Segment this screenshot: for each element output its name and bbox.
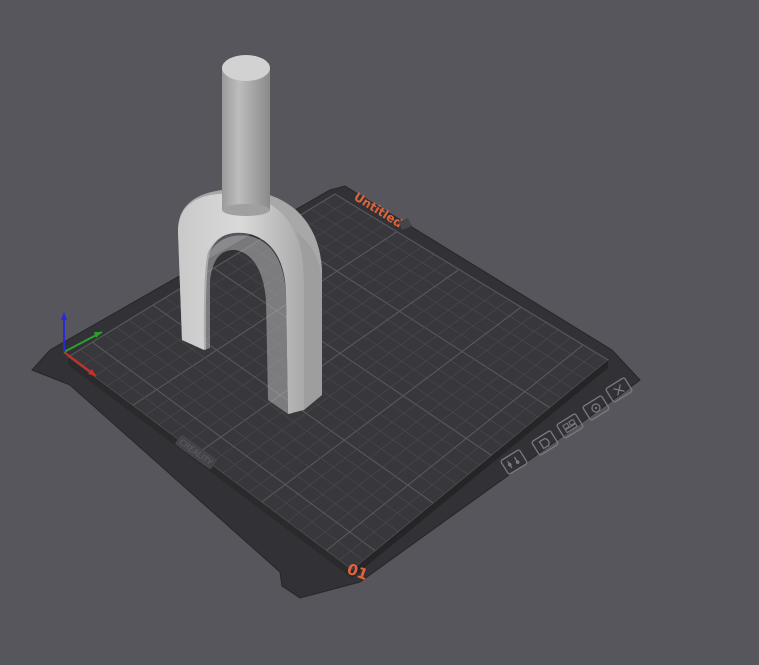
build-plate-scene[interactable]: CREALITY Untitled 01 — [0, 0, 759, 665]
3d-viewport[interactable]: CREALITY Untitled 01 — [0, 0, 759, 665]
model-stem — [222, 68, 270, 210]
model-stem-base — [222, 204, 270, 216]
build-plate-surface[interactable] — [68, 194, 608, 570]
model-stem-top — [222, 55, 270, 81]
